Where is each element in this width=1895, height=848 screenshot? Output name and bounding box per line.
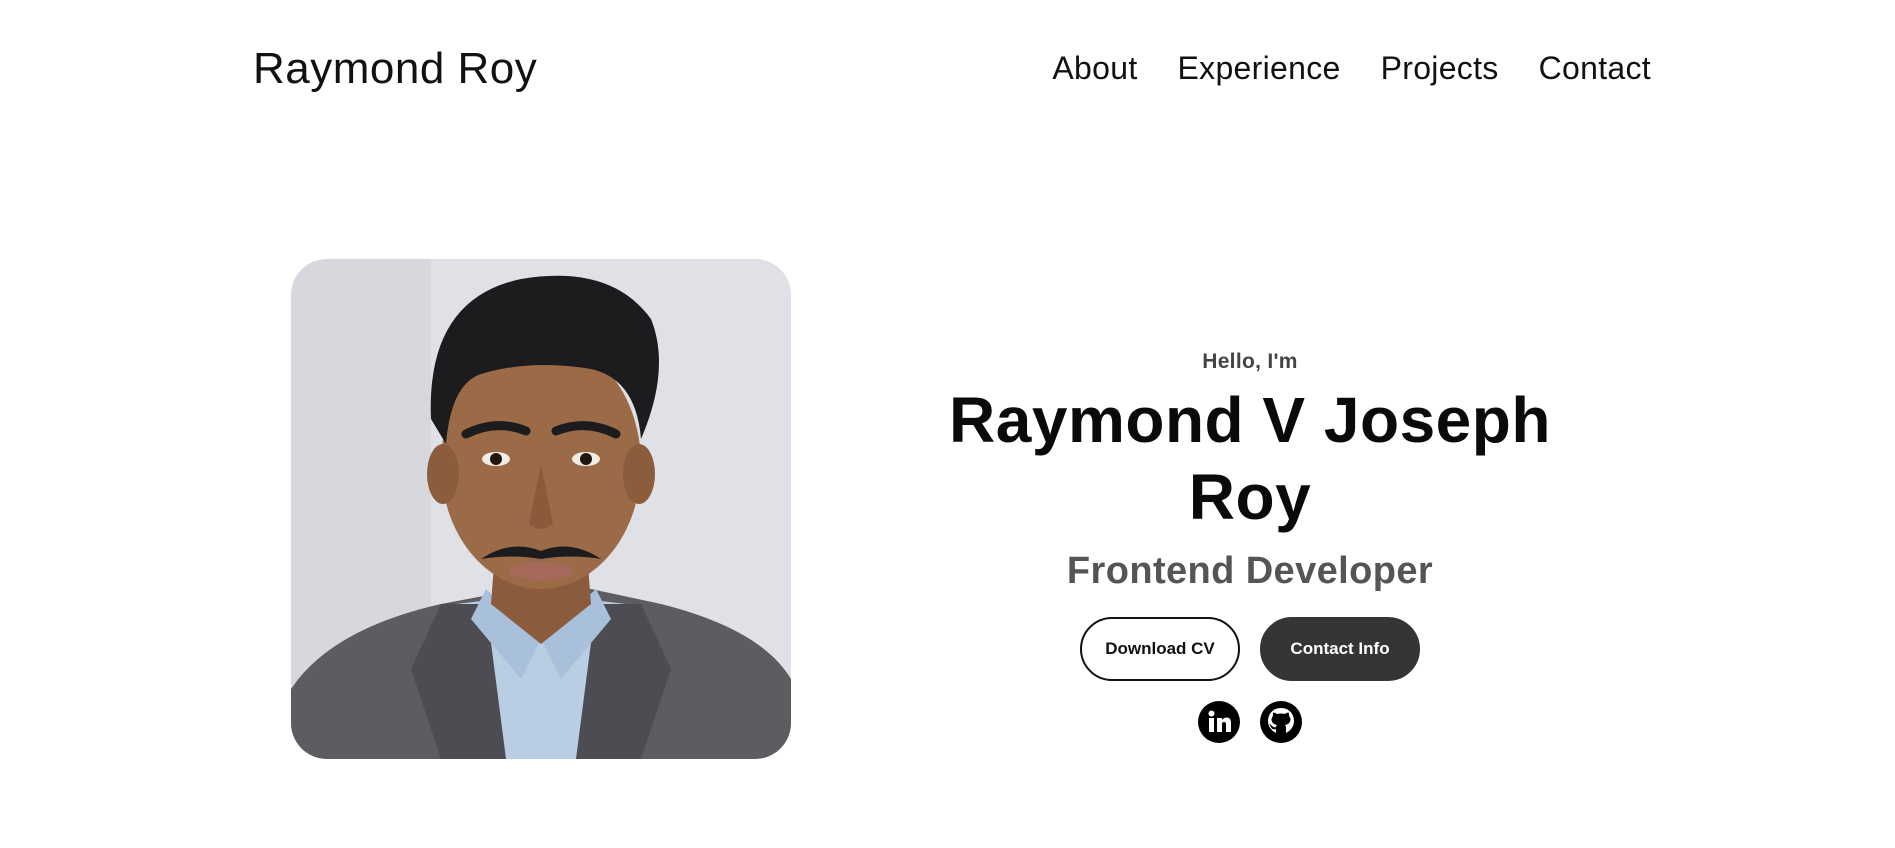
- nav-link-experience[interactable]: Experience: [1178, 50, 1341, 86]
- nav-links: About Experience Projects Contact: [1052, 50, 1651, 87]
- download-cv-button[interactable]: Download CV: [1080, 616, 1240, 681]
- hero-section: Hello, I'm Raymond V Joseph Roy Frontend…: [880, 350, 1620, 743]
- nav-link-contact[interactable]: Contact: [1539, 50, 1651, 86]
- nav-link-about[interactable]: About: [1052, 50, 1137, 86]
- hero-name: Raymond V Joseph Roy: [949, 384, 1551, 533]
- portfolio-page: Raymond Roy About Experience Projects Co…: [0, 0, 1895, 848]
- contact-info-button[interactable]: Contact Info: [1260, 616, 1420, 681]
- profile-photo: [291, 259, 791, 759]
- hero-title: Frontend Developer: [1066, 549, 1434, 592]
- profile-photo-illustration: [291, 259, 791, 759]
- nav-link-projects[interactable]: Projects: [1381, 50, 1499, 86]
- social-links: [880, 700, 1620, 743]
- linkedin-icon[interactable]: [1198, 700, 1240, 743]
- hero-buttons: Download CV Contact Info: [880, 616, 1620, 681]
- top-nav: Raymond Roy About Experience Projects Co…: [0, 0, 1895, 140]
- github-icon[interactable]: [1260, 700, 1302, 743]
- site-logo[interactable]: Raymond Roy: [253, 44, 537, 94]
- hero-greeting: Hello, I'm: [1202, 350, 1298, 373]
